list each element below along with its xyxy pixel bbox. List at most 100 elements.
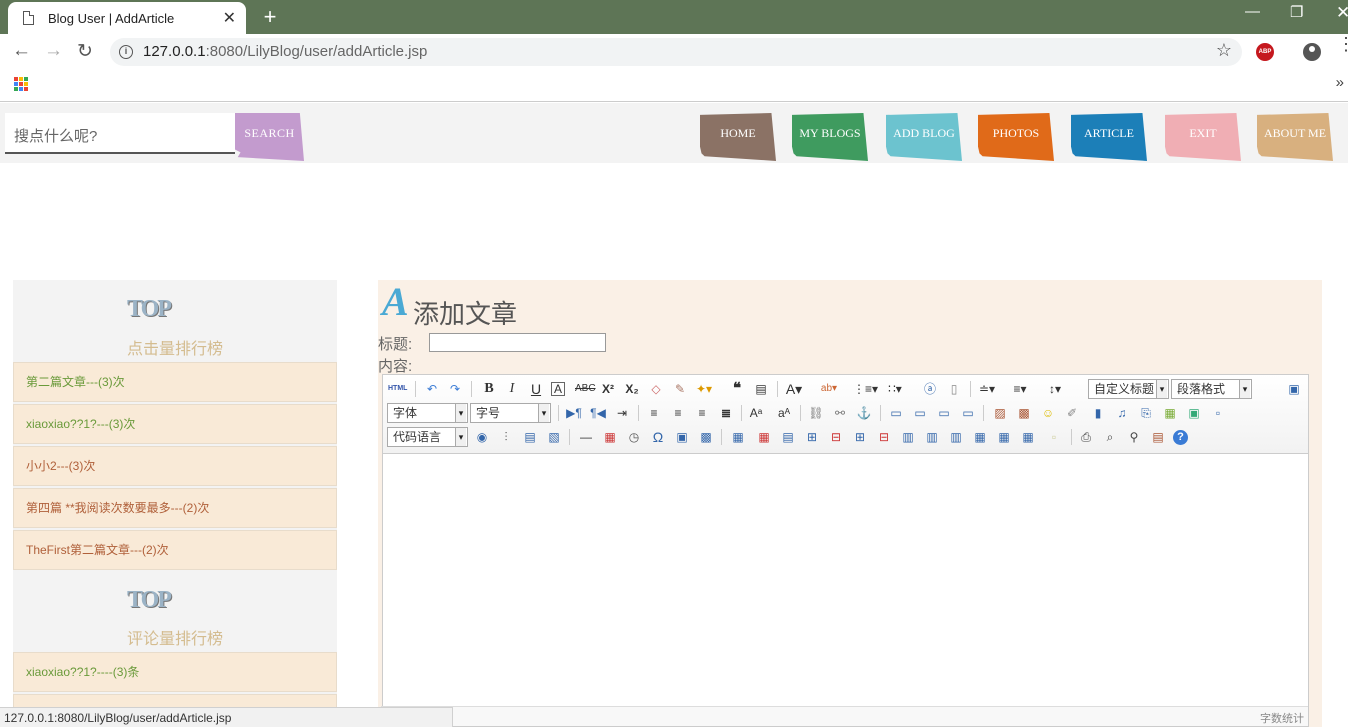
merge-cells-icon[interactable]: ▥ xyxy=(899,428,917,446)
italic-icon[interactable]: I xyxy=(503,380,521,398)
snapscreen-icon[interactable]: ▩ xyxy=(697,428,715,446)
align-left-icon[interactable]: ≡ xyxy=(645,404,663,422)
nav-my-blogs[interactable]: MY BLOGS xyxy=(792,113,868,161)
bold-icon[interactable]: B xyxy=(480,380,498,398)
title-input[interactable] xyxy=(429,333,606,352)
rtl-icon[interactable]: ¶◀ xyxy=(589,404,607,422)
minimize-icon[interactable]: — xyxy=(1245,3,1260,20)
image-left-icon[interactable]: ▭ xyxy=(911,404,929,422)
image-center-icon[interactable]: ▭ xyxy=(959,404,977,422)
uppercase-icon[interactable]: Aᵃ xyxy=(747,404,765,422)
info-icon[interactable]: i xyxy=(119,45,133,59)
underline-icon[interactable]: U xyxy=(527,380,545,398)
split-cells-icon[interactable]: ▦ xyxy=(971,428,989,446)
map-icon[interactable]: ▦ xyxy=(1161,404,1179,422)
blockquote-icon[interactable]: ❝ xyxy=(728,380,746,398)
back-color-icon[interactable]: ab▾ xyxy=(820,380,838,398)
ordered-list-icon[interactable]: ⋮≡▾ xyxy=(853,380,878,398)
search-input[interactable]: 搜点什么呢? xyxy=(5,113,235,154)
insert-col-icon[interactable]: ⊞ xyxy=(851,428,869,446)
adblock-icon[interactable]: ABP xyxy=(1256,43,1274,61)
time-icon[interactable]: ◷ xyxy=(625,428,643,446)
emotion-icon[interactable]: ☺ xyxy=(1039,404,1057,422)
font-border-icon[interactable]: A xyxy=(551,382,565,396)
close-tab-icon[interactable]: ✕ xyxy=(223,8,236,28)
align-right-icon[interactable]: ≡ xyxy=(693,404,711,422)
template-icon[interactable]: ▤ xyxy=(521,428,539,446)
search-button[interactable]: SEARCH xyxy=(235,113,304,161)
split-cols-icon[interactable]: ▦ xyxy=(1019,428,1037,446)
new-tab-icon[interactable]: + xyxy=(258,4,282,30)
code-language-select[interactable]: 代码语言 xyxy=(387,427,468,447)
unlink-icon[interactable]: ⚯ xyxy=(831,404,849,422)
anchor-icon[interactable]: ⚓ xyxy=(855,404,873,422)
undo-icon[interactable]: ↶ xyxy=(423,380,441,398)
merge-right-icon[interactable]: ▥ xyxy=(923,428,941,446)
attachment-icon[interactable]: ⎘ xyxy=(1137,404,1155,422)
html-source-icon[interactable]: HTML xyxy=(388,380,407,398)
paragraph-spacing-bottom-icon[interactable]: ≡▾ xyxy=(1011,380,1029,398)
image-none-icon[interactable]: ▭ xyxy=(887,404,905,422)
print-icon[interactable]: ⎙ xyxy=(1077,428,1095,446)
paragraph-spacing-top-icon[interactable]: ≐▾ xyxy=(978,380,996,398)
menu-icon[interactable]: ⋮ xyxy=(1337,35,1348,53)
insert-row-icon[interactable]: ⊞ xyxy=(803,428,821,446)
format-brush-icon[interactable]: ✎ xyxy=(671,380,689,398)
nav-article[interactable]: ARTICLE xyxy=(1071,113,1147,161)
wordimage-icon[interactable]: ▣ xyxy=(673,428,691,446)
horizontal-rule-icon[interactable]: — xyxy=(577,428,595,446)
browser-tab[interactable]: Blog User | AddArticle ✕ xyxy=(8,2,246,34)
apps-icon[interactable] xyxy=(14,77,28,91)
delete-row-icon[interactable]: ⊟ xyxy=(827,428,845,446)
merge-down-icon[interactable]: ▥ xyxy=(947,428,965,446)
special-chars-icon[interactable]: Ω xyxy=(649,428,667,446)
line-height-icon[interactable]: ↕▾ xyxy=(1046,380,1064,398)
nav-add-blog[interactable]: ADD BLOG xyxy=(886,113,962,161)
bookmark-star-icon[interactable]: ☆ xyxy=(1216,40,1232,61)
superscript-icon[interactable]: X² xyxy=(599,380,617,398)
unordered-list-icon[interactable]: ∷▾ xyxy=(886,380,904,398)
strikethrough-icon[interactable]: ABC xyxy=(575,380,596,398)
redo-icon[interactable]: ↷ xyxy=(446,380,464,398)
clear-doc-icon[interactable]: ▯ xyxy=(945,380,963,398)
chart-icon[interactable]: ▫ xyxy=(1045,428,1063,446)
click-rank-item[interactable]: TheFirst第二篇文章---(2)次 xyxy=(13,530,337,570)
forward-icon[interactable]: → xyxy=(44,40,63,62)
justify-icon[interactable]: ≣ xyxy=(717,404,735,422)
eraser-icon[interactable]: ◇ xyxy=(647,380,665,398)
nav-exit[interactable]: EXIT xyxy=(1165,113,1241,161)
nav-photos[interactable]: PHOTOS xyxy=(978,113,1054,161)
insert-table-icon[interactable]: ▦ xyxy=(729,428,747,446)
scrawl-icon[interactable]: ✐ xyxy=(1063,404,1081,422)
insert-paragraph-before-table-icon[interactable]: ▤ xyxy=(779,428,797,446)
reload-icon[interactable]: ↻ xyxy=(77,40,93,63)
font-color-icon[interactable]: A▾ xyxy=(785,380,803,398)
delete-col-icon[interactable]: ⊟ xyxy=(875,428,893,446)
paragraph-format-select[interactable]: 段落格式 xyxy=(1171,379,1252,399)
page-break-icon[interactable]: ⫶ xyxy=(497,428,515,446)
click-rank-item[interactable]: xiaoxiao??1?---(3)次 xyxy=(13,404,337,444)
preview-icon[interactable]: ⌕ xyxy=(1101,428,1119,446)
search-replace-icon[interactable]: ⚲ xyxy=(1125,428,1143,446)
background-icon[interactable]: ▧ xyxy=(545,428,563,446)
link-icon[interactable]: ⛓ xyxy=(807,404,825,422)
select-all-icon[interactable]: ⓐ xyxy=(921,380,939,398)
subscript-icon[interactable]: X₂ xyxy=(623,380,641,398)
drafts-icon[interactable]: ▤ xyxy=(1149,428,1167,446)
indent-icon[interactable]: ⇥ xyxy=(613,404,631,422)
delete-table-icon[interactable]: ▦ xyxy=(755,428,773,446)
font-family-select[interactable]: 字体 xyxy=(387,403,468,423)
date-icon[interactable]: ▦ xyxy=(601,428,619,446)
comment-rank-item[interactable]: xiaoxiao??1?----(3)条 xyxy=(13,652,337,692)
font-size-select[interactable]: 字号 xyxy=(470,403,551,423)
back-icon[interactable]: ← xyxy=(12,40,31,62)
ltr-icon[interactable]: ▶¶ xyxy=(565,404,583,422)
insert-frame-icon[interactable]: ▫ xyxy=(1209,404,1227,422)
gmap-icon[interactable]: ▣ xyxy=(1185,404,1203,422)
music-icon[interactable]: ♫ xyxy=(1113,404,1131,422)
bookmarks-overflow-icon[interactable]: » xyxy=(1336,74,1344,91)
paste-plain-icon[interactable]: ▤ xyxy=(752,380,770,398)
web-app-icon[interactable]: ◉ xyxy=(473,428,491,446)
click-rank-item[interactable]: 第二篇文章---(3)次 xyxy=(13,362,337,402)
click-rank-item[interactable]: 小小2---(3)次 xyxy=(13,446,337,486)
